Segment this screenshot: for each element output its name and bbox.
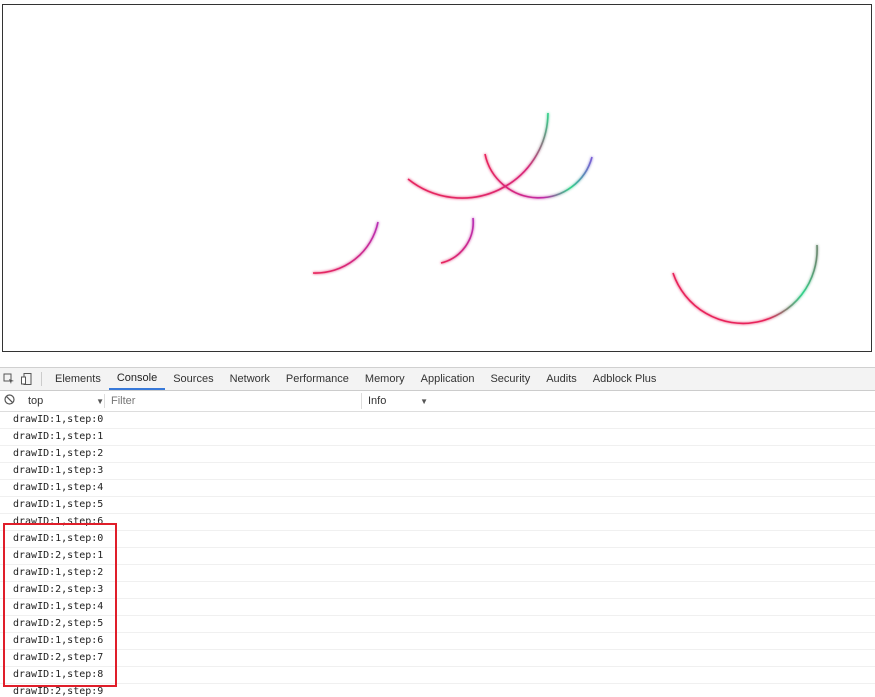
console-message: drawID:1,step:6 (0, 633, 875, 650)
console-message: drawID:2,step:9 (0, 684, 875, 697)
tab-adblock-plus[interactable]: Adblock Plus (585, 368, 665, 390)
tab-performance[interactable]: Performance (278, 368, 357, 390)
log-level-select[interactable]: Info ▼ (362, 394, 428, 408)
toolbar-divider (41, 372, 42, 386)
dropdown-arrow-icon: ▼ (420, 396, 428, 406)
tab-sources[interactable]: Sources (165, 368, 221, 390)
devtools-tabbar: Elements Console Sources Network Performance… (0, 368, 875, 391)
console-message: drawID:1,step:6 (0, 514, 875, 531)
arc-4 (440, 217, 474, 264)
arc-2 (484, 153, 593, 199)
console-filterbar: top ▼ Info ▼ (0, 391, 875, 412)
console-message: drawID:2,step:5 (0, 616, 875, 633)
arc-1 (407, 112, 549, 199)
clear-console-icon[interactable] (0, 394, 18, 408)
console-message: drawID:1,step:2 (0, 446, 875, 463)
tab-audits[interactable]: Audits (538, 368, 585, 390)
console-message: drawID:1,step:5 (0, 497, 875, 514)
tab-network[interactable]: Network (222, 368, 278, 390)
inspect-element-icon[interactable] (0, 368, 18, 390)
tab-console[interactable]: Console (108, 368, 166, 390)
console-message: drawID:1,step:4 (0, 480, 875, 497)
console-message: drawID:1,step:1 (0, 429, 875, 446)
console-message: drawID:2,step:7 (0, 650, 875, 667)
console-message: drawID:1,step:0 (0, 412, 875, 429)
console-message: drawID:1,step:2 (0, 565, 875, 582)
tab-elements[interactable]: Elements (47, 368, 109, 390)
dropdown-arrow-icon: ▼ (96, 396, 104, 406)
console-message: drawID:1,step:3 (0, 463, 875, 480)
arc-drawing (312, 112, 818, 325)
devtools-panel: Elements Console Sources Network Performance… (0, 367, 875, 697)
console-messages: drawID:1,step:0 drawID:1,step:1 drawID:1,s… (0, 412, 875, 697)
console-message: drawID:1,step:8 (0, 667, 875, 684)
console-message: drawID:1,step:0 (0, 531, 875, 548)
arc-3 (312, 221, 379, 274)
filter-input[interactable] (109, 393, 362, 409)
tab-application[interactable]: Application (413, 368, 483, 390)
console-message: drawID:2,step:1 (0, 548, 875, 565)
console-message: drawID:2,step:3 (0, 582, 875, 599)
arc-5 (672, 244, 818, 325)
log-level-value: Info (368, 395, 387, 407)
context-select[interactable]: top ▼ (18, 394, 105, 408)
device-toolbar-icon[interactable] (18, 368, 36, 390)
context-select-value: top (28, 395, 44, 407)
canvas[interactable] (2, 4, 872, 352)
tab-security[interactable]: Security (482, 368, 538, 390)
console-message: drawID:1,step:4 (0, 599, 875, 616)
tab-memory[interactable]: Memory (357, 368, 413, 390)
